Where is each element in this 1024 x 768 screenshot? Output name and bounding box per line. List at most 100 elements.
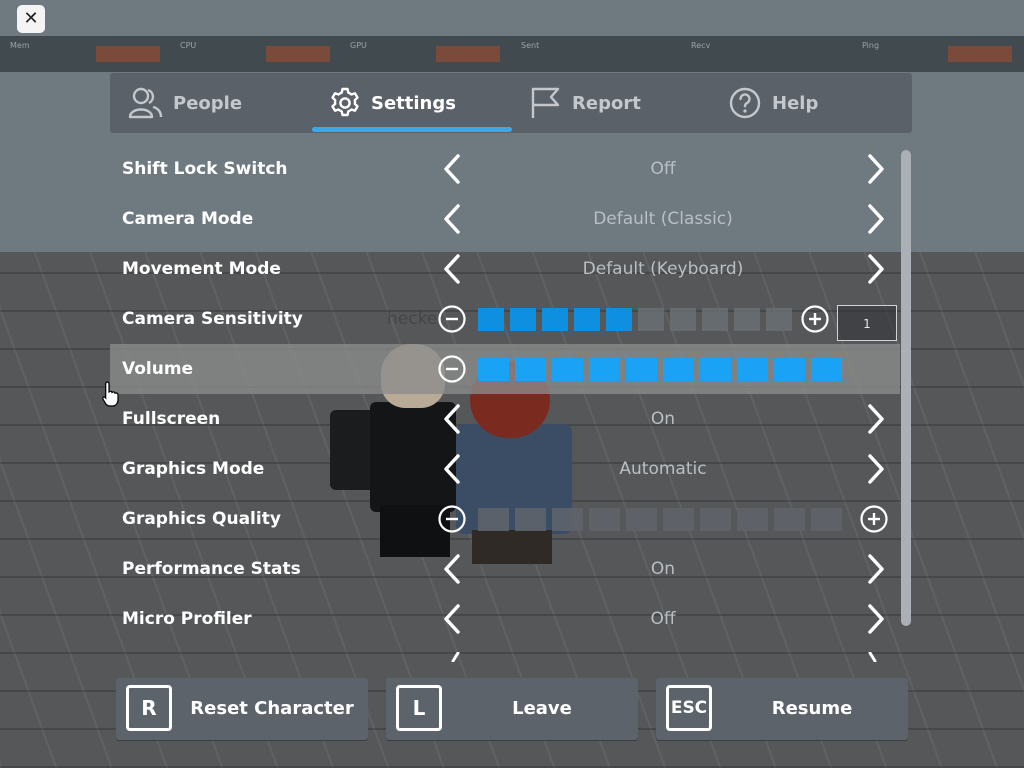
chevron-left-icon[interactable] bbox=[438, 403, 468, 435]
gear-icon bbox=[331, 87, 359, 117]
setting-row-graphics-quality: Graphics Quality bbox=[110, 494, 900, 544]
slider-segment[interactable] bbox=[702, 308, 728, 331]
chevron-left-icon[interactable] bbox=[438, 253, 468, 285]
setting-label: Movement Mode bbox=[122, 259, 281, 279]
slider-segment[interactable] bbox=[737, 358, 768, 381]
chevron-left-icon bbox=[451, 652, 460, 662]
chevron-right-icon[interactable] bbox=[860, 253, 890, 285]
setting-value: Default (Keyboard) bbox=[582, 259, 744, 279]
chevron-left-icon[interactable] bbox=[438, 553, 468, 585]
setting-row-micro-profiler: Micro Profiler Off bbox=[110, 594, 900, 644]
leave-button[interactable]: L Leave bbox=[386, 678, 638, 740]
slider-segment[interactable] bbox=[663, 508, 694, 531]
sensitivity-input[interactable]: 1 bbox=[837, 305, 897, 341]
menu-tabs: People Settings Report Help bbox=[110, 73, 912, 133]
flag-icon bbox=[531, 87, 560, 118]
reset-character-button[interactable]: R Reset Character bbox=[116, 678, 368, 740]
slider-segment[interactable] bbox=[589, 508, 620, 531]
chevron-right-icon[interactable] bbox=[860, 403, 890, 435]
setting-label: Graphics Quality bbox=[122, 509, 281, 529]
slider-segment[interactable] bbox=[737, 508, 768, 531]
setting-value: Off bbox=[650, 609, 676, 629]
stat-label: Recv bbox=[691, 41, 711, 50]
setting-row-volume: Volume bbox=[110, 344, 900, 394]
slider-segment[interactable] bbox=[515, 508, 546, 531]
graphics-quality-slider[interactable] bbox=[478, 508, 842, 531]
settings-scrollbar[interactable] bbox=[901, 150, 911, 626]
slider-segment[interactable] bbox=[670, 308, 696, 331]
slider-segment[interactable] bbox=[700, 358, 731, 381]
slider-segment[interactable] bbox=[811, 358, 842, 381]
slider-segment[interactable] bbox=[626, 358, 657, 381]
slider-segment[interactable] bbox=[478, 358, 509, 381]
slider-segment[interactable] bbox=[574, 308, 600, 331]
chevron-right-icon bbox=[868, 652, 877, 662]
slider-segment[interactable] bbox=[542, 308, 568, 331]
hand-cursor-icon bbox=[102, 381, 119, 407]
slider-segment[interactable] bbox=[734, 308, 760, 331]
setting-label: Micro Profiler bbox=[122, 609, 252, 629]
tab-help[interactable]: Help bbox=[728, 73, 818, 133]
setting-row-movement-mode: Movement Mode Default (Keyboard) bbox=[110, 244, 900, 294]
slider-segment[interactable] bbox=[552, 508, 583, 531]
slider-segment[interactable] bbox=[638, 308, 664, 331]
tab-report[interactable]: Report bbox=[528, 73, 641, 133]
hotkey-badge: R bbox=[126, 685, 172, 731]
chevron-right-icon[interactable] bbox=[860, 153, 890, 185]
slider-segment[interactable] bbox=[774, 358, 805, 381]
minus-icon[interactable] bbox=[438, 505, 466, 533]
stat-graph bbox=[266, 46, 330, 62]
slider-segment[interactable] bbox=[626, 508, 657, 531]
plus-icon[interactable] bbox=[801, 305, 829, 333]
setting-label: Volume bbox=[122, 359, 194, 379]
setting-label: Shift Lock Switch bbox=[122, 159, 288, 179]
slider-segment[interactable] bbox=[811, 508, 842, 531]
minus-icon[interactable] bbox=[438, 305, 466, 333]
setting-row-fullscreen: Fullscreen On bbox=[110, 394, 900, 444]
resume-button[interactable]: ESC Resume bbox=[656, 678, 908, 740]
sensitivity-slider[interactable] bbox=[478, 308, 792, 331]
slider-segment[interactable] bbox=[552, 358, 583, 381]
setting-label: Performance Stats bbox=[122, 559, 301, 579]
chevron-left-icon[interactable] bbox=[438, 453, 468, 485]
setting-label: Camera Mode bbox=[122, 209, 254, 229]
settings-list: Shift Lock Switch Off Camera Mode Defaul… bbox=[110, 144, 900, 644]
setting-value: On bbox=[650, 559, 676, 579]
slider-segment[interactable] bbox=[510, 308, 536, 331]
slider-segment[interactable] bbox=[774, 508, 805, 531]
setting-value: Automatic bbox=[619, 459, 707, 479]
setting-row-performance-stats: Performance Stats On bbox=[110, 544, 900, 594]
chevron-right-icon[interactable] bbox=[860, 553, 890, 585]
chevron-right-icon[interactable] bbox=[860, 203, 890, 235]
volume-slider[interactable] bbox=[478, 358, 842, 381]
slider-segment[interactable] bbox=[766, 308, 792, 331]
tab-label: Report bbox=[572, 92, 641, 114]
slider-segment[interactable] bbox=[663, 358, 694, 381]
setting-value: Default (Classic) bbox=[593, 209, 733, 229]
chevron-right-icon[interactable] bbox=[860, 453, 890, 485]
chevron-left-icon[interactable] bbox=[438, 603, 468, 635]
close-button[interactable]: ✕ bbox=[17, 5, 45, 33]
setting-row-shift-lock: Shift Lock Switch Off bbox=[110, 144, 900, 194]
slider-segment[interactable] bbox=[700, 508, 731, 531]
minus-icon[interactable] bbox=[438, 355, 466, 383]
slider-segment[interactable] bbox=[515, 358, 546, 381]
setting-value: Off bbox=[650, 159, 676, 179]
slider-segment[interactable] bbox=[478, 308, 504, 331]
setting-value: On bbox=[650, 409, 676, 429]
slider-segment[interactable] bbox=[478, 508, 509, 531]
tab-label: Help bbox=[772, 92, 819, 114]
stat-graph bbox=[96, 46, 160, 62]
stat-label: GPU bbox=[350, 41, 367, 50]
tab-settings[interactable]: Settings bbox=[329, 73, 456, 133]
chevron-left-icon[interactable] bbox=[438, 203, 468, 235]
stat-graph bbox=[948, 46, 1012, 62]
button-label: Resume bbox=[771, 698, 853, 719]
slider-segment[interactable] bbox=[606, 308, 632, 331]
chevron-right-icon[interactable] bbox=[860, 603, 890, 635]
plus-icon[interactable] bbox=[860, 505, 888, 533]
close-icon: ✕ bbox=[23, 8, 39, 29]
slider-segment[interactable] bbox=[589, 358, 620, 381]
chevron-left-icon[interactable] bbox=[438, 153, 468, 185]
tab-people[interactable]: People bbox=[127, 73, 242, 133]
